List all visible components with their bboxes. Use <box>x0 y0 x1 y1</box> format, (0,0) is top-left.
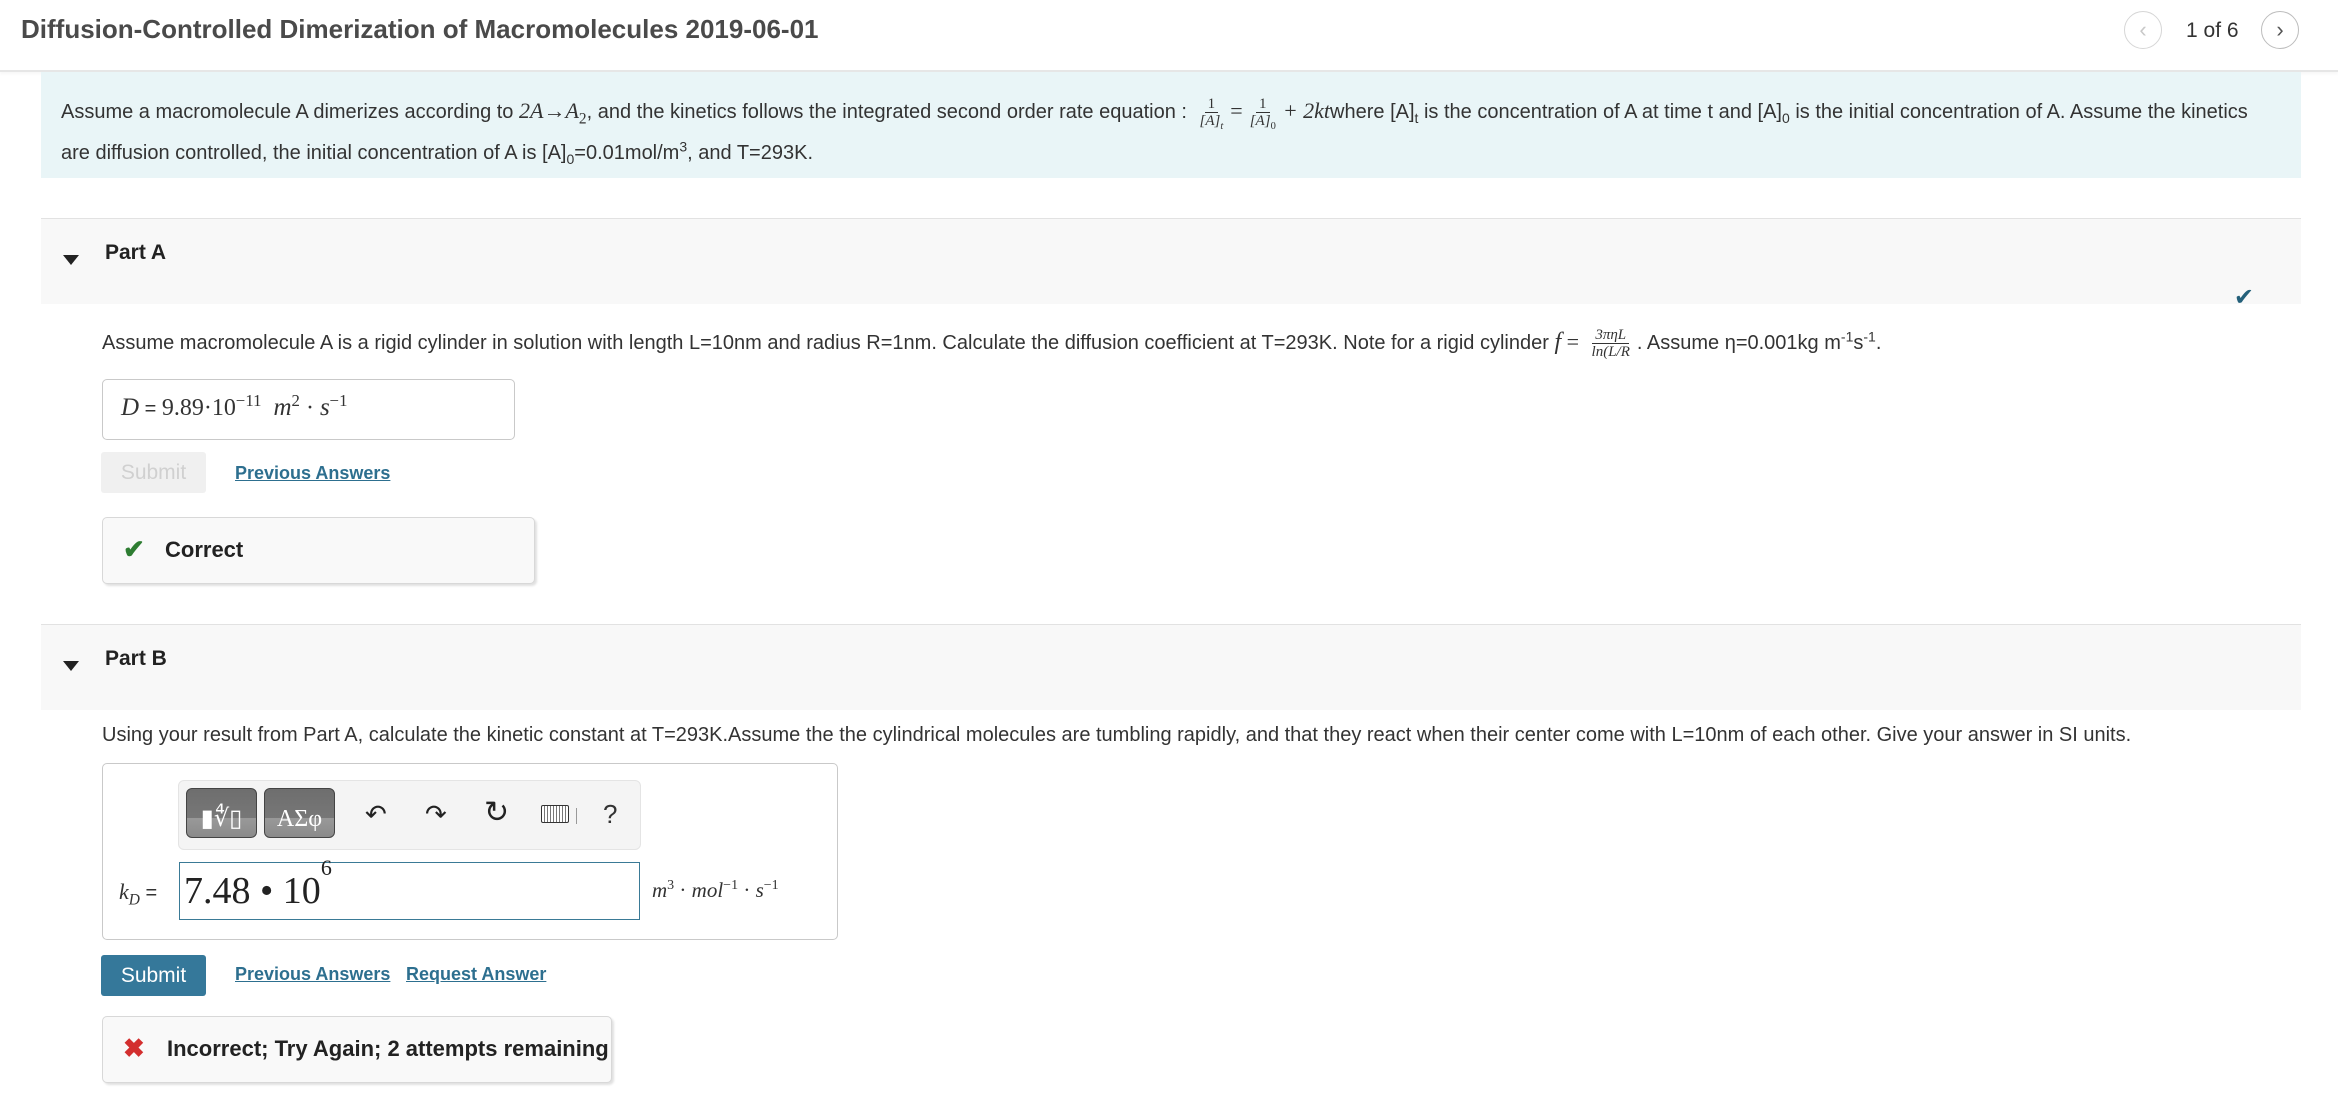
fraction-numerator: 1 <box>1256 96 1270 114</box>
reaction-lhs: 2A <box>518 98 544 123</box>
help-button[interactable]: ? <box>603 799 617 830</box>
unit-dot: · <box>299 395 320 421</box>
question-text: . Assume η=0.001kg m <box>1636 332 1841 354</box>
equals-sign: = <box>1230 98 1243 123</box>
reset-icon[interactable]: ↻ <box>484 795 509 830</box>
math-toolbar: ▮∜▯ ΑΣφ ↶ ↷ ↻ ? <box>178 780 641 850</box>
unit-sup: −1 <box>723 878 739 893</box>
answer-value: 7.48 • 10 <box>184 870 321 912</box>
unit-dot: · <box>738 878 756 902</box>
question-text: s <box>1853 332 1864 354</box>
fraction-numerator: 1 <box>1204 96 1219 114</box>
question-text: . <box>1875 332 1882 354</box>
part-a-submit-button[interactable]: Submit <box>101 452 206 493</box>
part-a-feedback: ✔ Correct <box>102 517 535 584</box>
unit-mol: mol <box>691 878 724 902</box>
equals-sign: = <box>1561 329 1585 354</box>
rate-term: + 2kt <box>1282 98 1331 123</box>
part-b-previous-answers-link[interactable]: Previous Answers <box>235 964 390 985</box>
reaction-rhs: A <box>565 98 579 123</box>
label-equals: = <box>139 882 158 904</box>
reaction-arrow: → <box>543 98 566 123</box>
unit-s: s <box>755 878 764 902</box>
problem-intro: Assume a macromolecule A dimerizes accor… <box>41 72 2301 178</box>
kd-label: kD = <box>119 879 158 909</box>
question-sup: -1 <box>1863 328 1876 345</box>
intro-sup: 3 <box>679 138 688 155</box>
unit-dot: · <box>674 878 692 902</box>
intro-text: where [A] <box>1330 101 1415 123</box>
feedback-text: Correct <box>165 537 244 562</box>
reaction-equation: 2A→A2 <box>518 98 587 127</box>
x-icon: ✖ <box>123 1033 145 1063</box>
caret-down-icon[interactable] <box>63 255 79 265</box>
checkmark-icon: ✔ <box>2233 284 2254 311</box>
den-text: [A] <box>1199 113 1221 130</box>
answer-equals: = <box>139 398 162 420</box>
label-k: k <box>119 879 129 904</box>
part-b-title: Part B <box>105 647 167 670</box>
answer-value: 9.89·10 <box>161 395 236 421</box>
fraction-denominator: [A]0 <box>1247 113 1279 133</box>
page-indicator: 1 of 6 <box>2186 19 2239 42</box>
intro-text: , and the kinetics follows the integrate… <box>586 101 1193 123</box>
next-item-button[interactable]: › <box>2261 11 2299 49</box>
fraction-denominator: ln(L/R <box>1591 344 1630 361</box>
feedback-text: Incorrect; Try Again; 2 attempts remaini… <box>167 1036 609 1061</box>
previous-item-button[interactable]: ‹ <box>2124 11 2162 49</box>
part-a-title: Part A <box>105 241 167 264</box>
den-text: [A] <box>1249 113 1271 130</box>
part-b-submit-button[interactable]: Submit <box>101 955 206 996</box>
part-a-answer-display: D = 9.89·10−11 m2 · s−1 <box>102 379 515 440</box>
fraction-numerator: 3πηL <box>1592 327 1630 345</box>
part-b-question: Using your result from Part A, calculate… <box>102 724 2132 746</box>
intro-text: is the concentration of A at time t and … <box>1418 101 1782 123</box>
answer-exponent: −11 <box>235 391 262 410</box>
unit-sup: −1 <box>763 878 779 893</box>
answer-unit-sup: 2 <box>291 391 300 410</box>
intro-sub: 0 <box>1781 110 1790 126</box>
redo-icon[interactable]: ↷ <box>425 799 447 830</box>
templates-button[interactable]: ▮∜▯ <box>186 788 257 838</box>
unit-m: m <box>652 878 668 902</box>
page-header: Diffusion-Controlled Dimerization of Mac… <box>0 0 2338 72</box>
undo-icon[interactable]: ↶ <box>365 799 387 830</box>
fraction-denominator: [A]t <box>1197 113 1227 133</box>
part-b-answer-area: ▮∜▯ ΑΣφ ↶ ↷ ↻ ? kD = 7.48 • 106 m3 · mol… <box>102 763 838 940</box>
request-answer-link[interactable]: Request Answer <box>406 964 546 985</box>
den-sub: t <box>1220 121 1224 133</box>
chevron-right-icon: › <box>2276 17 2284 42</box>
part-a-header[interactable]: Part A ✔ <box>41 218 2301 311</box>
symbols-button[interactable]: ΑΣφ <box>264 788 335 838</box>
part-a-question: Assume macromolecule A is a rigid cylind… <box>102 322 1881 363</box>
answer-units: m3 · mol−1 · s−1 <box>652 878 779 903</box>
fraction-1-over-A0: 1 [A]0 <box>1247 96 1279 133</box>
part-a-answer: D = 9.89·10−11 m2 · s−1 <box>121 391 348 422</box>
label-sub: D <box>128 891 140 909</box>
part-b-header[interactable]: Part B <box>41 624 2301 710</box>
answer-exponent: 6 <box>320 855 332 881</box>
part-b-feedback: ✖ Incorrect; Try Again; 2 attempts remai… <box>102 1016 612 1083</box>
friction-fraction: 3πηL ln(L/R <box>1589 327 1633 360</box>
toolbar-divider <box>576 808 577 824</box>
answer-variable: D <box>121 394 140 421</box>
page-title: Diffusion-Controlled Dimerization of Mac… <box>21 14 819 44</box>
answer-unit-sup: −1 <box>329 391 348 410</box>
intro-text: =0.01mol/m <box>574 142 680 164</box>
part-a-previous-answers-link[interactable]: Previous Answers <box>235 463 390 484</box>
caret-down-icon[interactable] <box>63 661 79 671</box>
intro-text: , and T=293K. <box>687 142 813 164</box>
answer-unit-m: m <box>273 394 292 421</box>
keyboard-icon[interactable] <box>541 805 569 823</box>
question-sup: -1 <box>1840 328 1854 345</box>
checkmark-icon: ✔ <box>123 534 145 564</box>
intro-text: Assume a macromolecule A dimerizes accor… <box>61 101 519 123</box>
den-sub: 0 <box>1270 121 1276 133</box>
fraction-1-over-At: 1 [A]t <box>1197 96 1227 133</box>
answer-unit-s: s <box>319 394 330 421</box>
question-text: Assume macromolecule A is a rigid cylind… <box>102 332 1555 354</box>
chevron-left-icon: ‹ <box>2139 17 2147 42</box>
reaction-rhs-sub: 2 <box>578 110 587 128</box>
kd-answer-input[interactable]: 7.48 • 106 <box>179 857 640 920</box>
